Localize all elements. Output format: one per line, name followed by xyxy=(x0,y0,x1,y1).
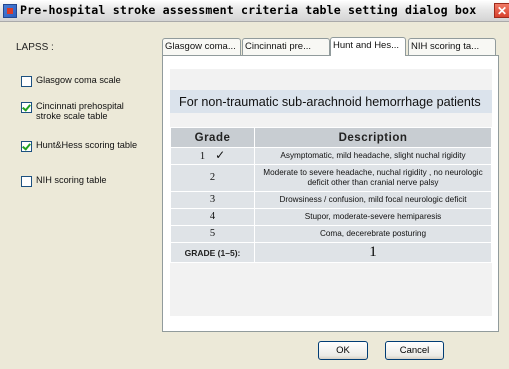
table-row[interactable]: 3 Drowsiness / confusion, mild focal neu… xyxy=(170,191,492,209)
table-row[interactable]: 5 Coma, decerebrate posturing xyxy=(170,225,492,243)
hunt-hess-label: Hunt&Hess scoring table xyxy=(36,140,138,150)
tab-strip: Glasgow coma... Cincinnati pre... Hunt a… xyxy=(160,37,500,56)
hunt-hess-table: Grade Description 1 ✓ Asymptomatic, mild … xyxy=(170,127,492,263)
description-cell: Moderate to severe headache, nuchal rigi… xyxy=(254,164,492,192)
grade-summary-label: GRADE (1–5): xyxy=(170,242,255,263)
grade-cell: 5 xyxy=(170,225,255,243)
tab-panel: For non-traumatic sub-arachnoid hemorrha… xyxy=(162,55,499,332)
glasgow-checkbox[interactable] xyxy=(21,76,32,87)
nih-label: NIH scoring table xyxy=(36,175,107,185)
tab-hunt-hess[interactable]: Hunt and Hes... xyxy=(330,37,406,56)
option-glasgow[interactable]: Glasgow coma scale xyxy=(21,75,121,87)
card-heading-text: For non-traumatic sub-arachnoid hemorrha… xyxy=(179,95,481,109)
hunt-hess-checkbox[interactable] xyxy=(21,141,32,152)
table-row[interactable]: 2 Moderate to severe headache, nuchal ri… xyxy=(170,164,492,192)
ok-button[interactable]: OK xyxy=(318,341,368,360)
cincinnati-checkbox[interactable] xyxy=(21,102,32,113)
lapss-label: LAPSS : xyxy=(16,42,54,53)
cincinnati-label: Cincinnati prehospital stroke scale tabl… xyxy=(36,101,124,121)
option-nih[interactable]: NIH scoring table xyxy=(21,175,106,187)
description-column-header: Description xyxy=(254,127,492,148)
grade-cell: 3 xyxy=(170,191,255,209)
grade-cell: 4 xyxy=(170,208,255,226)
cancel-button[interactable]: Cancel xyxy=(385,341,444,360)
grade-column-header: Grade xyxy=(170,127,255,148)
tab-nih[interactable]: NIH scoring ta... xyxy=(408,38,496,55)
table-row[interactable]: 4 Stupor, moderate-severe hemiparesis xyxy=(170,208,492,226)
option-hunt-hess[interactable]: Hunt&Hess scoring table xyxy=(21,140,137,152)
tab-cincinnati[interactable]: Cincinnati pre... xyxy=(242,38,330,55)
grade-summary-value: 1 xyxy=(254,242,492,263)
table-header-row: Grade Description xyxy=(170,127,492,148)
grade-cell: 1 ✓ xyxy=(170,147,255,165)
description-cell: Stupor, moderate-severe hemiparesis xyxy=(254,208,492,226)
options-sidebar: LAPSS : Glasgow coma scale Cincinnati pr… xyxy=(0,22,160,369)
card-heading: For non-traumatic sub-arachnoid hemorrha… xyxy=(170,90,492,113)
description-cell: Drowsiness / confusion, mild focal neuro… xyxy=(254,191,492,209)
hunt-hess-card: For non-traumatic sub-arachnoid hemorrha… xyxy=(170,69,492,316)
option-cincinnati[interactable]: Cincinnati prehospital stroke scale tabl… xyxy=(21,101,151,121)
description-cell: Asymptomatic, mild headache, slight nuch… xyxy=(254,147,492,165)
grade-cell: 2 xyxy=(170,164,255,192)
app-icon xyxy=(3,4,17,18)
description-cell: Coma, decerebrate posturing xyxy=(254,225,492,243)
grade-summary-row: GRADE (1–5): 1 xyxy=(170,242,492,263)
glasgow-label: Glasgow coma scale xyxy=(36,75,121,85)
table-row[interactable]: 1 ✓ Asymptomatic, mild headache, slight n… xyxy=(170,147,492,165)
tab-glasgow[interactable]: Glasgow coma... xyxy=(162,38,241,55)
grade-number: 1 xyxy=(199,151,206,162)
window-title: Pre-hospital stroke assessment criteria … xyxy=(20,3,477,17)
checkmark-icon: ✓ xyxy=(215,148,226,162)
close-button[interactable]: ✕ xyxy=(494,3,509,18)
title-bar: Pre-hospital stroke assessment criteria … xyxy=(0,0,509,22)
nih-checkbox[interactable] xyxy=(21,176,32,187)
